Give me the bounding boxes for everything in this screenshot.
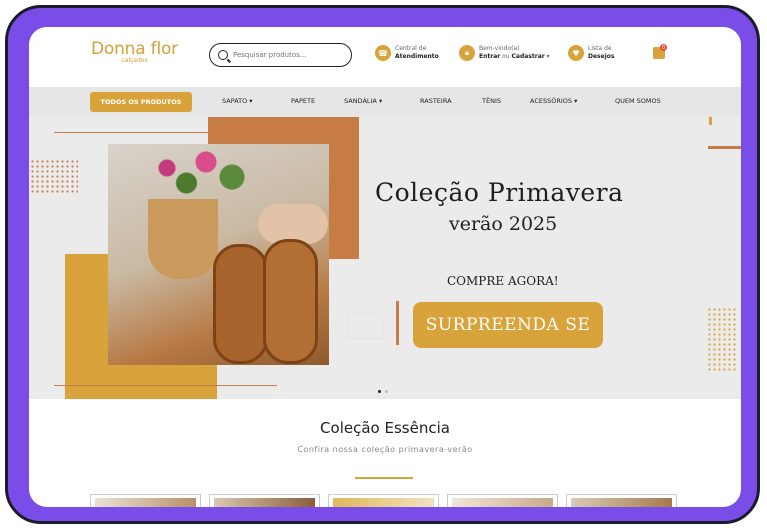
- decor-dots: [30, 159, 78, 193]
- support-link[interactable]: ☎ Central de Atendimento: [375, 45, 439, 61]
- site-header: Donna flor calçados ☎ Central de Atendim…: [29, 27, 741, 87]
- nav-label: TÊNIS: [482, 97, 501, 105]
- photo-sandal: [213, 244, 268, 364]
- section-title: Coleção Essência: [320, 419, 450, 437]
- banner-cta-button[interactable]: SURPREENDA SE: [413, 302, 603, 348]
- product-image: [214, 498, 315, 507]
- nav-item-papete[interactable]: PAPETE: [291, 97, 315, 105]
- slide-dot[interactable]: [385, 390, 388, 393]
- hero-banner[interactable]: Coleção Primavera verão 2025 COMPRE AGOR…: [29, 117, 741, 399]
- logo[interactable]: Donna flor calçados: [91, 39, 178, 64]
- main-nav: TODOS OS PRODUTOS SAPATO ▾ PAPETE SANDÁL…: [29, 87, 741, 117]
- photo-sandal: [263, 239, 318, 364]
- decor-ghost-mark: [347, 313, 383, 339]
- decor-vertical-bar: [396, 301, 399, 345]
- nav-label: SAPATO: [222, 97, 248, 105]
- photo-flowers: [128, 144, 258, 204]
- headset-icon: ☎: [375, 45, 391, 61]
- section-subtitle: Confira nossa coleção primavera-verão: [297, 445, 473, 454]
- wishlist-link[interactable]: ♥ Lista de Desejos: [568, 45, 614, 61]
- decor-line: [54, 385, 277, 386]
- nav-item-tenis[interactable]: TÊNIS: [482, 97, 501, 105]
- nav-item-sandalia[interactable]: SANDÁLIA ▾: [344, 97, 382, 105]
- banner-subtitle: verão 2025: [449, 213, 558, 235]
- search-box[interactable]: [209, 43, 352, 67]
- nav-label: RASTEIRA: [420, 97, 452, 105]
- product-image: [571, 498, 672, 507]
- nav-label: ACESSÓRIOS: [530, 97, 573, 105]
- browser-viewport: Donna flor calçados ☎ Central de Atendim…: [29, 27, 741, 507]
- decor-line: [54, 132, 274, 133]
- wishlist-label: Lista de: [588, 45, 612, 52]
- photo-hand: [258, 204, 328, 244]
- nav-label: SANDÁLIA: [344, 97, 377, 105]
- nav-item-quem-somos[interactable]: QUEM SOMOS: [615, 97, 661, 105]
- chevron-down-icon[interactable]: ▾: [545, 53, 550, 60]
- decor-dots: [707, 307, 737, 371]
- nav-label: QUEM SOMOS: [615, 97, 661, 105]
- welcome-label: Bem-vindo(a): [479, 45, 520, 52]
- register-link[interactable]: Cadastrar: [512, 53, 545, 60]
- section-divider: [355, 477, 413, 479]
- product-image: [333, 498, 434, 507]
- lock-icon: 🔒︎: [459, 45, 475, 61]
- heart-icon: ♥: [568, 45, 584, 61]
- hero-photo-sandals: [108, 144, 329, 365]
- support-label: Central de: [395, 45, 427, 52]
- cart-count-badge: 0: [660, 44, 667, 51]
- decor-bar: [708, 146, 741, 149]
- or-label: ou: [500, 53, 512, 60]
- product-card[interactable]: [90, 494, 201, 507]
- product-card[interactable]: [566, 494, 677, 507]
- wishlist-title: Desejos: [588, 53, 615, 60]
- device-frame: Donna flor calçados ☎ Central de Atendim…: [5, 5, 760, 524]
- all-products-button[interactable]: TODOS OS PRODUTOS: [90, 92, 192, 112]
- banner-compre-text: COMPRE AGORA!: [447, 274, 559, 288]
- slide-dot-active[interactable]: [378, 390, 381, 393]
- support-title: Atendimento: [395, 53, 439, 60]
- search-icon[interactable]: [218, 50, 228, 60]
- chevron-down-icon: ▾: [247, 97, 253, 105]
- product-card[interactable]: [447, 494, 558, 507]
- product-image: [452, 498, 553, 507]
- decor-tick: [709, 117, 712, 125]
- nav-label: PAPETE: [291, 97, 316, 105]
- product-card[interactable]: [209, 494, 320, 507]
- nav-item-acessorios[interactable]: ACESSÓRIOS ▾: [530, 97, 577, 105]
- banner-title: Coleção Primavera: [375, 178, 624, 207]
- chevron-down-icon: ▾: [572, 97, 578, 105]
- photo-pot: [148, 199, 218, 279]
- account-area: 🔒︎ Bem-vindo(a) Entrar ou Cadastrar ▾: [459, 45, 550, 61]
- search-input[interactable]: [233, 51, 333, 59]
- chevron-down-icon: ▾: [376, 97, 383, 105]
- nav-item-sapato[interactable]: SAPATO ▾: [222, 97, 253, 105]
- login-link[interactable]: Entrar: [479, 53, 500, 60]
- product-card[interactable]: [328, 494, 439, 507]
- product-image: [95, 498, 196, 507]
- nav-item-rasteira[interactable]: RASTEIRA: [420, 97, 452, 105]
- logo-name: Donna flor: [91, 39, 178, 59]
